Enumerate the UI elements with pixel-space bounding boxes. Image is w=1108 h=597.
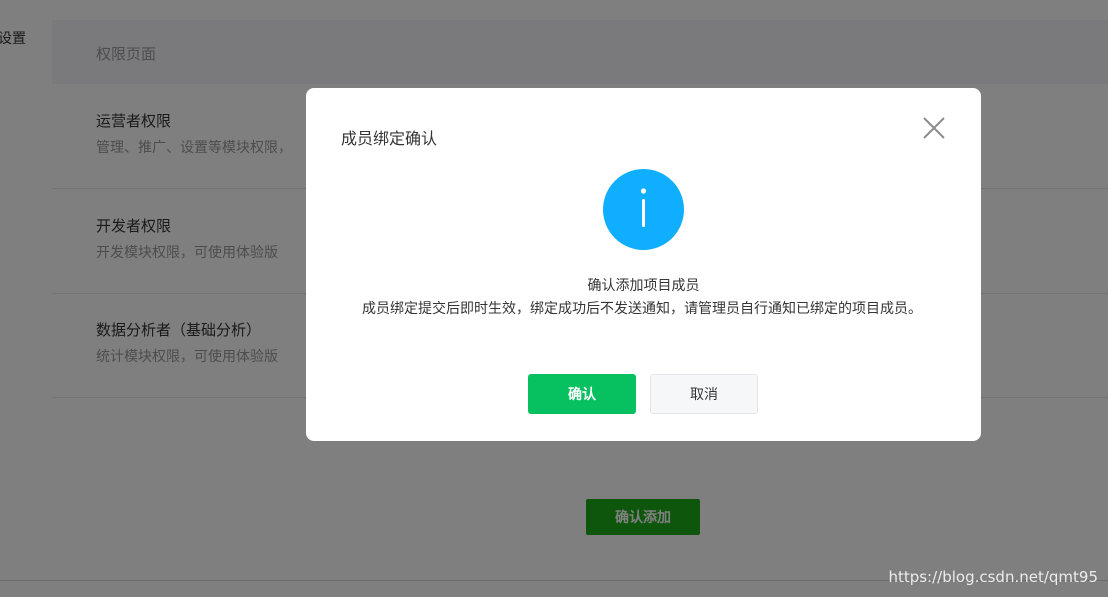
- member-bind-dialog: 成员绑定确认 确认添加项目成员 成员绑定提交后即时生效，绑定成功后不发送通知，请…: [306, 88, 981, 441]
- watermark: https://blog.csdn.net/qmt95: [888, 568, 1098, 586]
- info-icon: [603, 169, 684, 250]
- confirm-button[interactable]: 确认: [528, 374, 636, 414]
- message-body: 成员绑定提交后即时生效，绑定成功后不发送通知，请管理员自行通知已绑定的项目成员。: [362, 301, 922, 317]
- close-icon: [923, 117, 945, 139]
- dialog-title: 成员绑定确认: [341, 129, 438, 148]
- message-title: 确认添加项目成员: [587, 278, 700, 294]
- page: 设置 权限页面 运营者权限 管理、推广、设置等模块权限， 开发者权限 开发模块权…: [0, 0, 1108, 597]
- cancel-button[interactable]: 取消: [650, 374, 758, 414]
- close-button[interactable]: [918, 112, 950, 144]
